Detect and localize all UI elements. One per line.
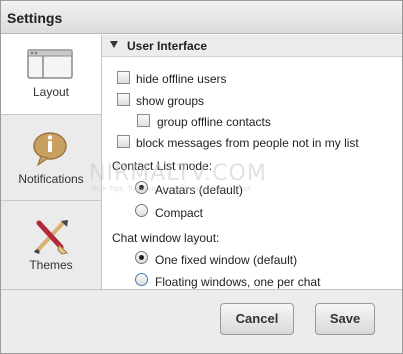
group-offline-contacts-checkbox[interactable] [137, 114, 150, 127]
dialog-footer: Cancel Save [1, 289, 402, 353]
one-fixed-window-label: One fixed window (default) [155, 253, 298, 267]
settings-content: User Interface hide offline users show g… [102, 35, 402, 289]
hide-offline-users-checkbox[interactable] [117, 71, 130, 84]
compact-radio[interactable] [135, 204, 148, 217]
save-button[interactable]: Save [315, 303, 375, 335]
one-fixed-window-radio[interactable] [135, 251, 148, 264]
cancel-button[interactable]: Cancel [220, 303, 294, 335]
notifications-icon [33, 131, 69, 170]
avatars-label: Avatars (default) [155, 183, 243, 197]
section-title: User Interface [127, 39, 208, 53]
section-header-user-interface[interactable]: User Interface [102, 35, 402, 57]
sidebar-item-notifications[interactable]: Notifications [1, 115, 101, 200]
sidebar-item-label: Notifications [18, 172, 84, 186]
show-groups-label: show groups [136, 94, 205, 108]
group-offline-contacts-label: group offline contacts [157, 115, 271, 129]
chat-window-layout-label: Chat window layout: [112, 231, 220, 245]
hide-offline-users-label: hide offline users [136, 72, 227, 86]
block-messages-checkbox[interactable] [117, 135, 130, 148]
avatars-radio[interactable] [135, 181, 148, 194]
show-groups-checkbox[interactable] [117, 93, 130, 106]
compact-label: Compact [155, 206, 204, 220]
settings-sidebar: Layout Notifications Themes [1, 35, 102, 289]
sidebar-item-label: Themes [29, 258, 73, 272]
floating-windows-radio[interactable] [135, 273, 148, 286]
sidebar-item-layout[interactable]: Layout [1, 35, 101, 114]
sidebar-item-label: Layout [32, 85, 70, 99]
contact-list-mode-label: Contact List mode: [112, 159, 213, 173]
chevron-down-icon [110, 41, 118, 48]
floating-windows-label: Floating windows, one per chat [155, 275, 321, 289]
sidebar-item-themes[interactable]: Themes [1, 201, 101, 289]
title-bar: Settings [1, 1, 402, 34]
block-messages-label: block messages from people not in my lis… [136, 136, 359, 150]
settings-window: Settings Layout Notifications Themes Use… [0, 0, 403, 354]
layout-icon [27, 49, 73, 82]
themes-icon [31, 217, 71, 260]
window-title: Settings [7, 10, 63, 26]
